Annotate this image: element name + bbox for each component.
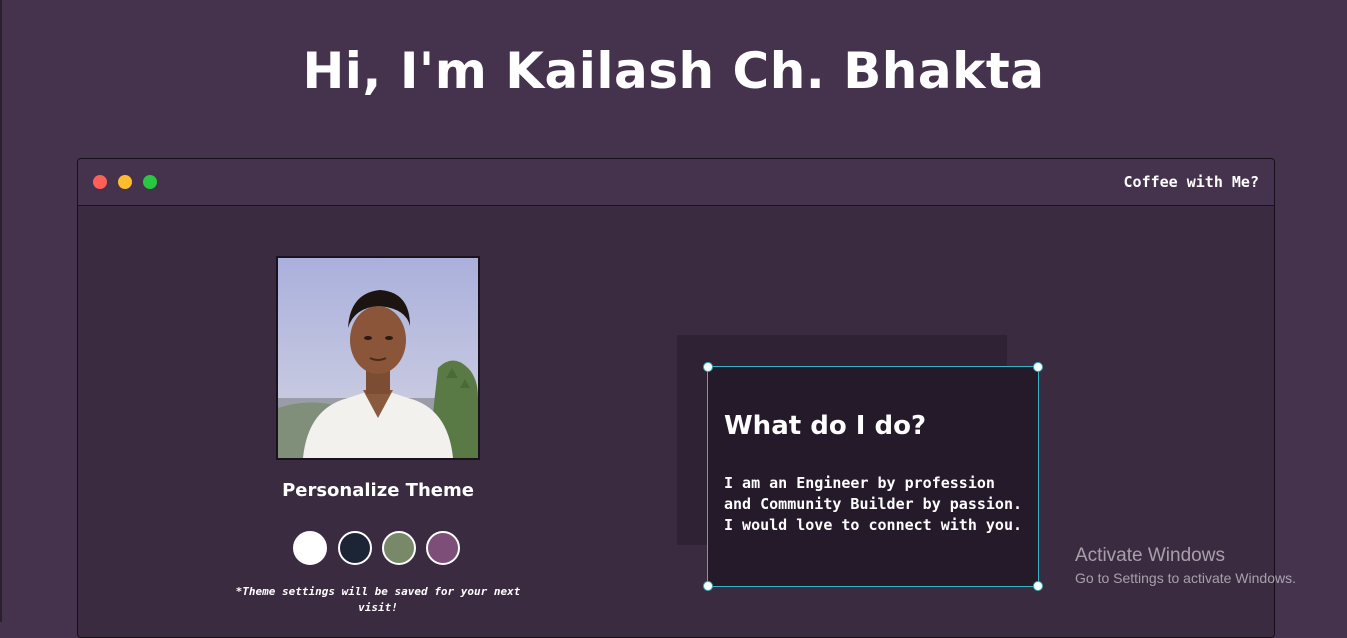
coffee-link[interactable]: Coffee with Me? bbox=[1124, 173, 1259, 191]
resize-handle-bottom-left[interactable] bbox=[703, 581, 713, 591]
profile-photo bbox=[276, 256, 480, 460]
about-heading: What do I do? bbox=[724, 411, 927, 441]
theme-swatch-white[interactable] bbox=[293, 531, 327, 565]
window-titlebar: Coffee with Me? bbox=[78, 159, 1274, 206]
theme-swatch-plum[interactable] bbox=[426, 531, 460, 565]
about-card[interactable]: What do I do? I am an Engineer by profes… bbox=[703, 362, 1043, 591]
theme-note: *Theme settings will be saved for your n… bbox=[235, 585, 521, 614]
resize-handle-top-right[interactable] bbox=[1033, 362, 1043, 372]
activate-windows-subtitle: Go to Settings to activate Windows. bbox=[1075, 570, 1296, 586]
page-title: Hi, I'm Kailash Ch. Bhakta bbox=[302, 42, 1045, 100]
resize-handle-top-left[interactable] bbox=[703, 362, 713, 372]
about-text: I am an Engineer by profession and Commu… bbox=[724, 474, 1023, 534]
maximize-icon[interactable] bbox=[143, 175, 157, 189]
activate-windows-title: Activate Windows bbox=[1075, 545, 1225, 566]
theme-swatch-navy[interactable] bbox=[338, 531, 372, 565]
activate-windows-watermark: Activate Windows Go to Settings to activ… bbox=[1075, 545, 1296, 586]
personalize-theme-heading: Personalize Theme bbox=[282, 480, 474, 501]
minimize-icon[interactable] bbox=[118, 175, 132, 189]
theme-swatch-sage[interactable] bbox=[382, 531, 416, 565]
resize-handle-bottom-right[interactable] bbox=[1033, 581, 1043, 591]
portrait-image bbox=[278, 258, 478, 458]
close-icon[interactable] bbox=[93, 175, 107, 189]
